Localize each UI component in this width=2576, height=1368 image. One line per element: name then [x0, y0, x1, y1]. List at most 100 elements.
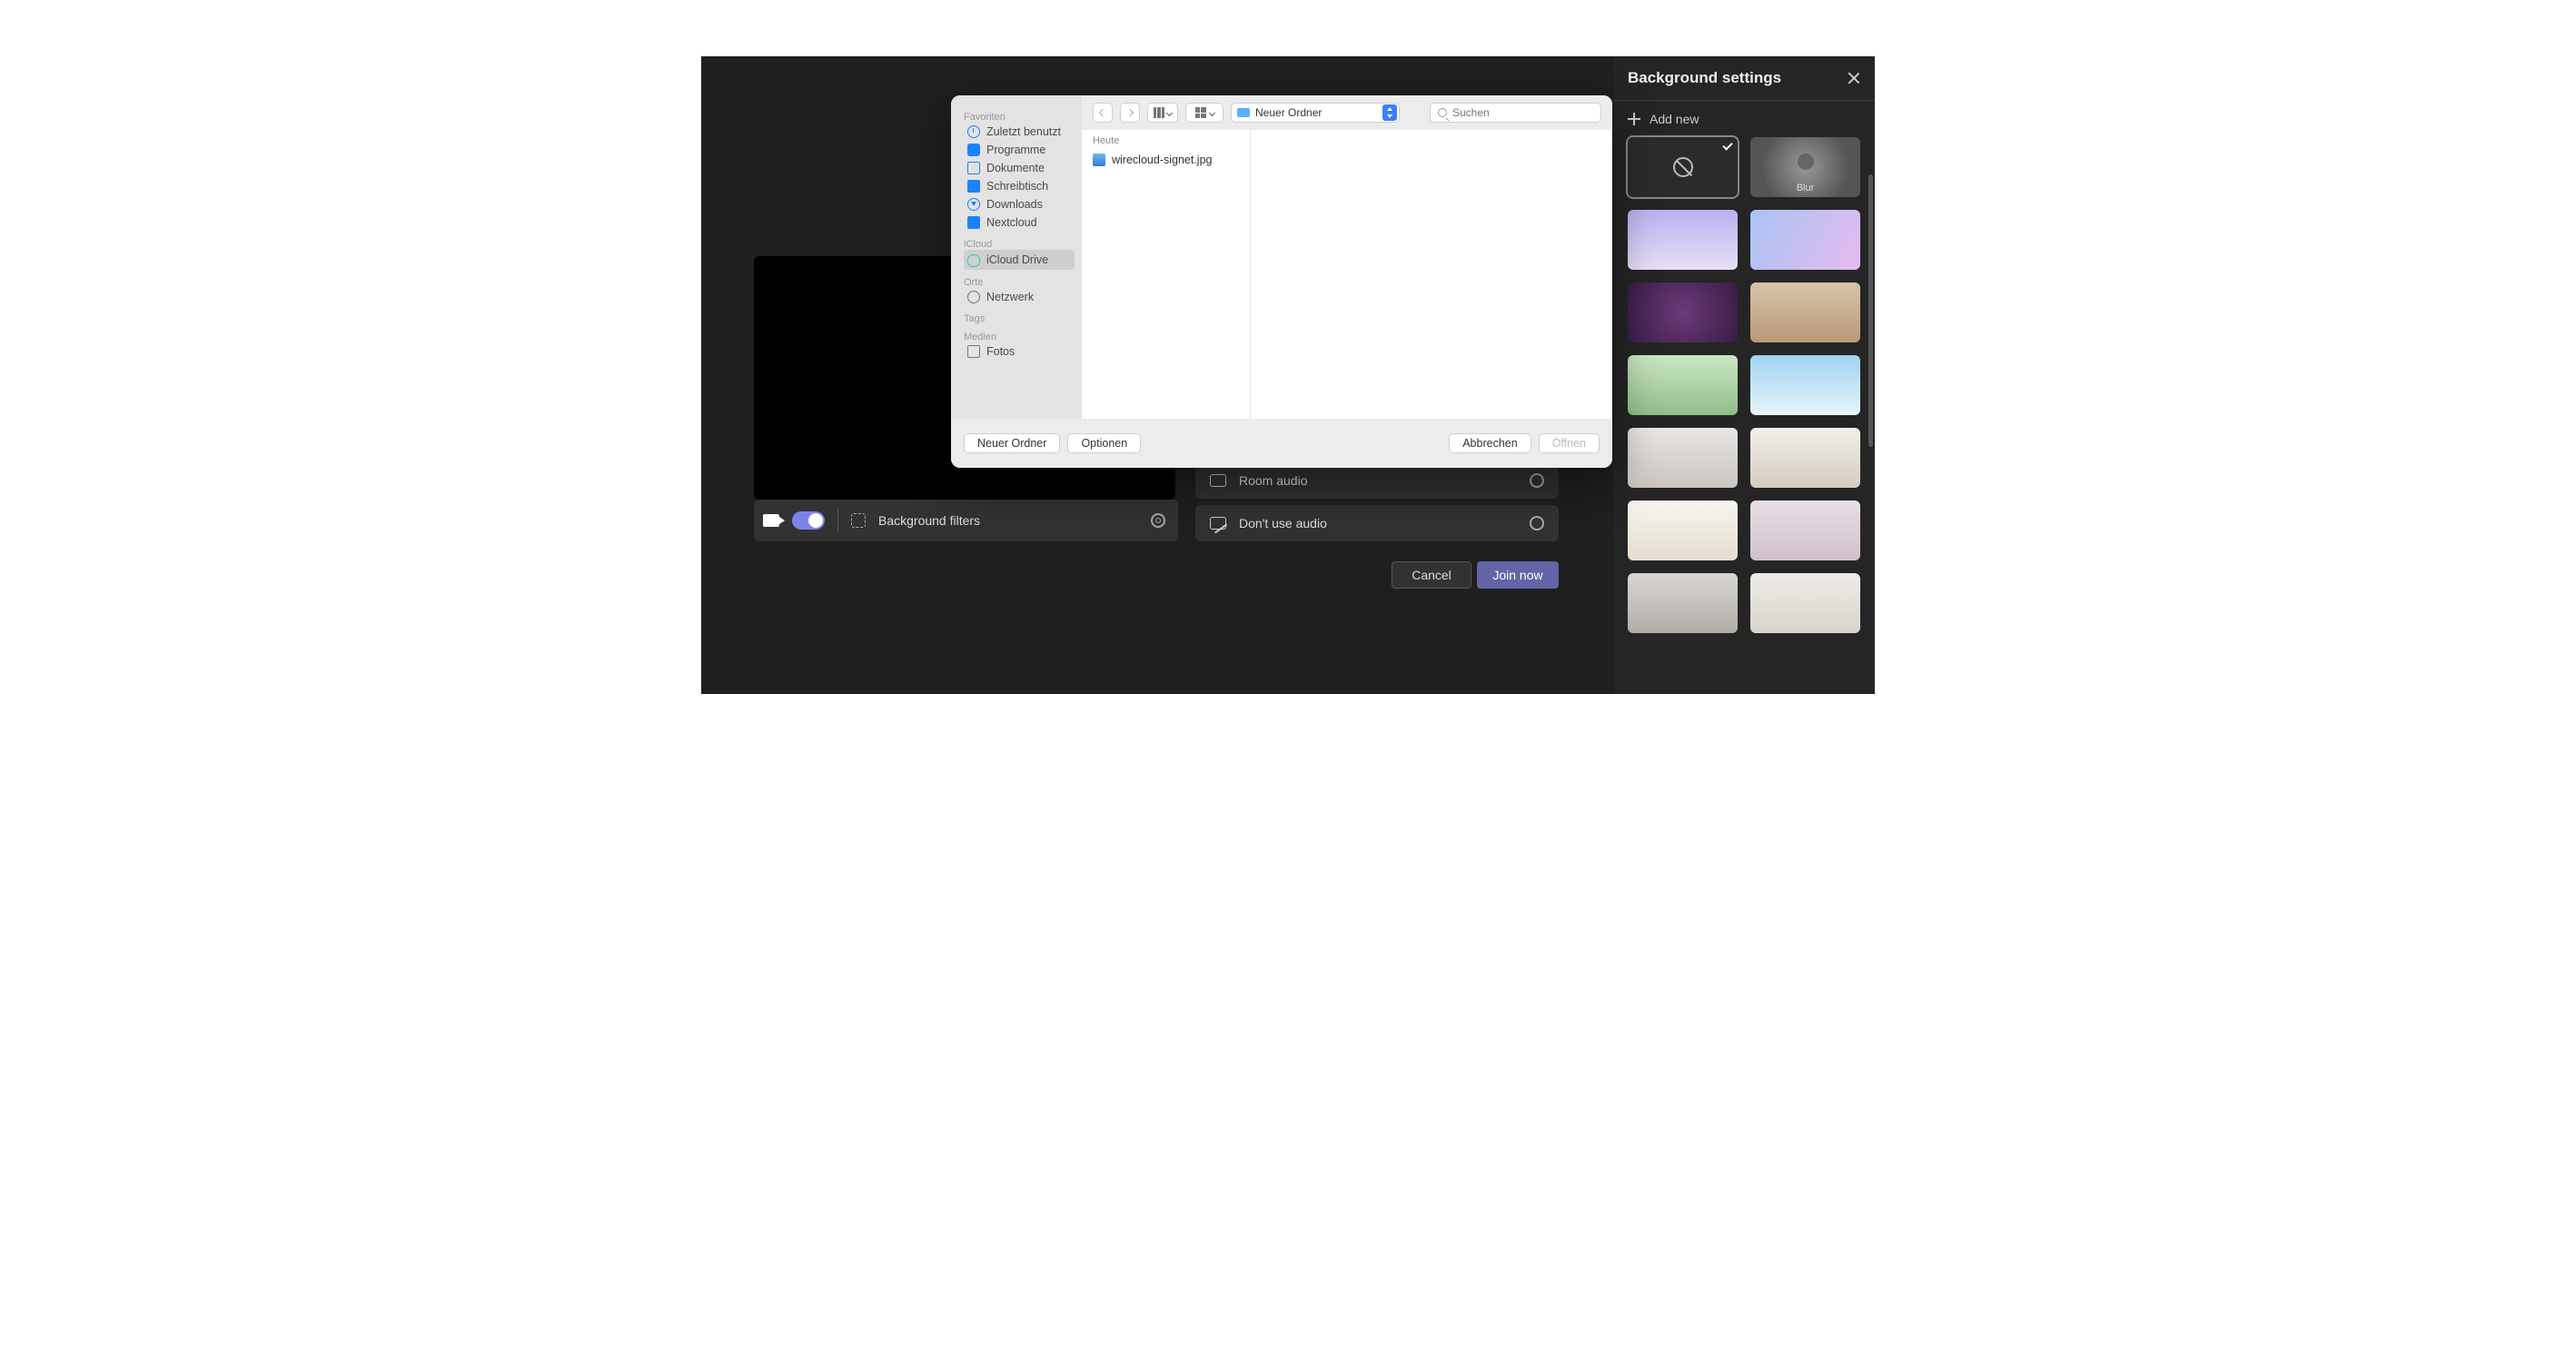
open-button[interactable]: Öffnen	[1539, 433, 1600, 453]
view-mode-button[interactable]	[1147, 103, 1178, 123]
sidebar-item-label: Schreibtisch	[986, 180, 1048, 193]
chevron-down-icon	[1166, 109, 1173, 115]
net-icon	[967, 291, 980, 303]
grid-icon	[1195, 107, 1206, 118]
finder-toolbar: Neuer Ordner	[1082, 95, 1612, 130]
background-filters-icon	[851, 513, 866, 528]
search-field[interactable]	[1430, 103, 1601, 123]
gear-icon[interactable]	[1151, 513, 1165, 528]
sidebar-item-label: Nextcloud	[986, 216, 1037, 229]
file-open-dialog: Favoriten Zuletzt benutzt Programme Dokumen…	[951, 95, 1612, 468]
no-audio-option[interactable]: Don't use audio	[1195, 505, 1559, 541]
finder-footer: Neuer Ordner Optionen Abbrechen Öffnen	[951, 419, 1612, 468]
chevron-down-icon	[1208, 109, 1214, 115]
sidebar-item[interactable]: Nextcloud	[964, 213, 1075, 232]
nav-back-button[interactable]	[1093, 103, 1113, 123]
sidebar-section-header: Tags	[964, 313, 1082, 324]
none-icon	[1673, 157, 1693, 177]
location-dropdown[interactable]: Neuer Ordner	[1231, 103, 1400, 123]
down-icon	[967, 198, 980, 211]
folder-icon	[1237, 108, 1250, 117]
sidebar-section-header: Medien	[964, 332, 1082, 342]
stepper-icon	[1382, 104, 1397, 121]
cancel-button[interactable]: Cancel	[1392, 561, 1471, 589]
sidebar-item[interactable]: Zuletzt benutzt	[964, 123, 1075, 141]
cancel-button[interactable]: Abbrechen	[1449, 433, 1531, 453]
finder-column-2	[1251, 130, 1612, 419]
sidebar-section-header: iCloud	[964, 239, 1082, 250]
background-tile-bg4[interactable]	[1750, 283, 1860, 342]
sidebar-item-label: Dokumente	[986, 162, 1045, 174]
no-audio-label: Don't use audio	[1239, 516, 1327, 530]
desk-icon	[967, 180, 980, 193]
join-now-button[interactable]: Join now	[1477, 561, 1559, 589]
background-tile-bg2[interactable]	[1750, 210, 1860, 270]
background-grid: Blur	[1613, 130, 1875, 640]
nav-forward-button[interactable]	[1120, 103, 1140, 123]
sidebar-item-label: Netzwerk	[986, 291, 1034, 303]
background-tile-bg12[interactable]	[1750, 573, 1860, 633]
sidebar-section-header: Orte	[964, 277, 1082, 288]
chevron-right-icon	[1126, 109, 1134, 116]
grouping-button[interactable]	[1185, 103, 1224, 123]
background-tile-bg11[interactable]	[1628, 573, 1738, 633]
sidebar-item-label: Programme	[986, 144, 1045, 156]
chevron-left-icon	[1099, 109, 1106, 116]
finder-main: Neuer Ordner Heute wirecloud-signet.jpg	[1082, 95, 1612, 419]
sidebar-item[interactable]: Dokumente	[964, 159, 1075, 177]
search-input[interactable]	[1452, 106, 1593, 119]
options-button[interactable]: Optionen	[1067, 433, 1141, 453]
background-filters-button[interactable]: Background filters	[878, 513, 1138, 528]
add-new-button[interactable]: Add new	[1613, 101, 1875, 130]
sidebar-item-label: Downloads	[986, 198, 1043, 211]
plus-icon	[1628, 113, 1640, 125]
file-item[interactable]: wirecloud-signet.jpg	[1082, 150, 1250, 170]
column-header: Heute	[1082, 130, 1250, 150]
sidebar-item[interactable]: Schreibtisch	[964, 177, 1075, 195]
file-name: wirecloud-signet.jpg	[1112, 154, 1212, 166]
camera-icon	[763, 514, 779, 527]
sidebar-section-header: Favoriten	[964, 112, 1082, 123]
finder-column-1: Heute wirecloud-signet.jpg	[1082, 130, 1251, 419]
background-tile-bg5[interactable]	[1628, 355, 1738, 415]
background-tile-bg7[interactable]	[1628, 428, 1738, 488]
file-thumbnail-icon	[1093, 154, 1105, 166]
sidebar-item[interactable]: Downloads	[964, 195, 1075, 213]
close-icon[interactable]	[1848, 72, 1860, 84]
sidebar-item[interactable]: Programme	[964, 141, 1075, 159]
background-tile-bg10[interactable]	[1750, 501, 1860, 560]
background-tile-bg9[interactable]	[1628, 501, 1738, 560]
background-tile-bg3[interactable]	[1628, 283, 1738, 342]
background-tile-none[interactable]	[1628, 137, 1738, 197]
separator	[837, 509, 838, 532]
doc-icon	[967, 162, 980, 174]
search-icon	[1438, 108, 1447, 117]
new-folder-button[interactable]: Neuer Ordner	[964, 433, 1060, 453]
background-tile-bg1[interactable]	[1628, 210, 1738, 270]
silhouette-icon	[1798, 154, 1814, 170]
blur-label: Blur	[1750, 183, 1860, 193]
camera-toggle[interactable]	[792, 511, 825, 530]
app-icon	[967, 144, 980, 156]
finder-sidebar: Favoriten Zuletzt benutzt Programme Dokumen…	[951, 95, 1082, 419]
radio-icon	[1530, 473, 1544, 488]
columns-icon	[1154, 107, 1164, 118]
fold-icon	[967, 216, 980, 229]
background-tile-bg6[interactable]	[1750, 355, 1860, 415]
sidebar-item[interactable]: Fotos	[964, 342, 1075, 361]
radio-icon	[1530, 516, 1544, 530]
room-audio-icon	[1210, 474, 1226, 487]
sidebar-item[interactable]: iCloud Drive	[964, 250, 1075, 270]
scrollbar[interactable]	[1868, 174, 1873, 447]
add-new-label: Add new	[1650, 112, 1699, 126]
cloud-icon	[967, 254, 980, 267]
room-audio-label: Room audio	[1239, 473, 1308, 488]
clock-icon	[967, 125, 980, 138]
photo-icon	[967, 345, 980, 358]
sidebar-item[interactable]: Netzwerk	[964, 288, 1075, 306]
background-tile-bg8[interactable]	[1750, 428, 1860, 488]
room-audio-option[interactable]: Room audio	[1195, 462, 1559, 499]
background-tile-blur[interactable]: Blur	[1750, 137, 1860, 197]
sidebar-item-label: Zuletzt benutzt	[986, 125, 1061, 138]
location-label: Neuer Ordner	[1255, 106, 1322, 119]
